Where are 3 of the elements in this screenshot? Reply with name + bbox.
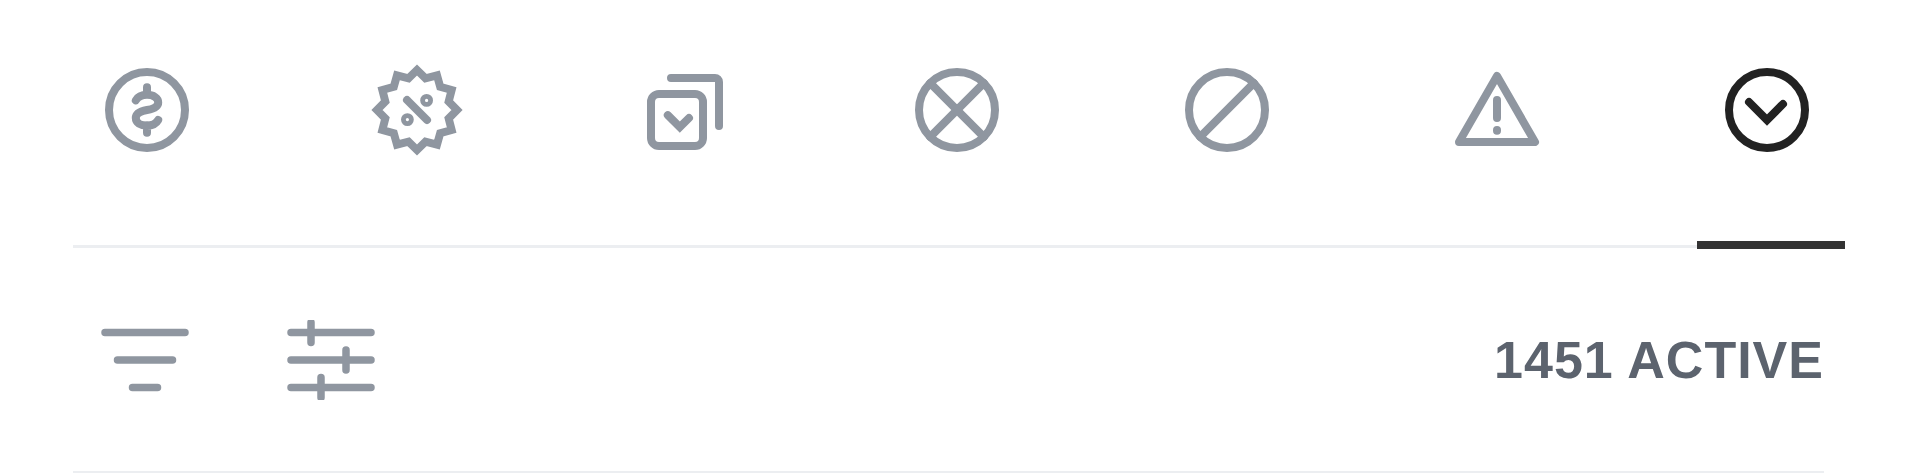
sliders-icon[interactable] [286,319,376,400]
badge-icon [369,62,465,158]
active-count: 1451 ACTIVE [1494,329,1824,390]
